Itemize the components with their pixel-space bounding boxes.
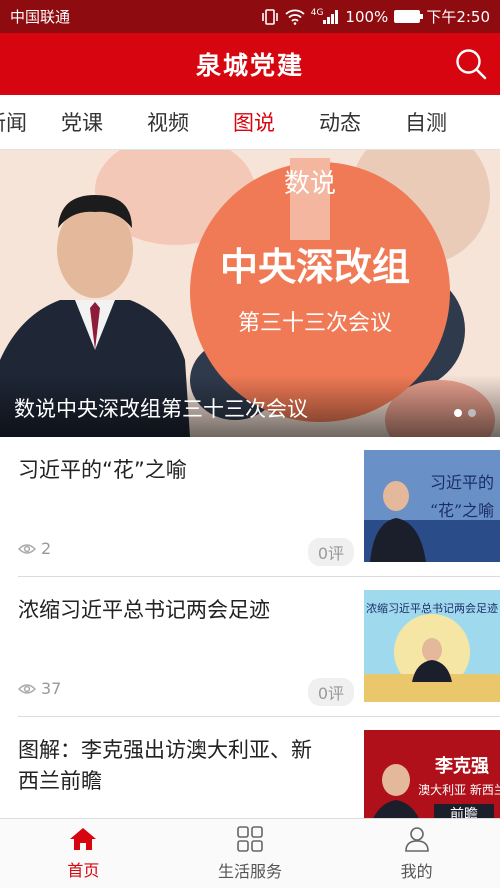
user-icon [404,826,429,852]
view-count: 37 [18,679,61,698]
svg-text:习近平的: 习近平的 [430,473,494,492]
svg-text:李克强: 李克强 [434,755,489,777]
news-list: 习近平的“花”之喻 2 0评 习近平的 “花”之喻 浓缩习近平总书记两会足迹 3… [0,437,500,857]
svg-text:浓缩习近平总书记两会足迹: 浓缩习近平总书记两会足迹 [366,601,498,615]
nav-home[interactable]: 首页 [0,819,167,888]
vibrate-icon [261,8,278,25]
battery-percent: 100% [345,7,389,26]
tab-news[interactable]: 新闻 [0,107,39,137]
wifi-icon [285,9,305,25]
news-title: 习近平的“花”之喻 [18,458,187,482]
carousel-indicator [454,409,476,417]
nav-label: 生活服务 [218,861,283,881]
news-item[interactable]: 浓缩习近平总书记两会足迹 37 0评 浓缩习近平总书记两会足迹 [18,577,500,717]
news-thumbnail: 浓缩习近平总书记两会足迹 [364,590,500,702]
status-indicators: 4G 100% 下午2:50 [261,6,490,27]
news-thumbnail: 习近平的 “花”之喻 [364,450,500,562]
news-item[interactable]: 习近平的“花”之喻 2 0评 习近平的 “花”之喻 [18,437,500,577]
bottom-nav: 首页 生活服务 我的 [0,818,500,888]
signal-icon [323,9,339,24]
nav-mine[interactable]: 我的 [333,819,500,888]
search-icon[interactable] [454,47,488,81]
battery-icon [394,10,424,23]
eye-icon [18,683,36,694]
tab-video[interactable]: 视频 [125,107,211,137]
banner-bubble-subtitle: 第三十三次会议 [238,311,392,336]
app-title: 泉城党建 [195,51,304,80]
carrier-label: 中国联通 [10,8,71,26]
banner-bubble-title: 中央深改组 [220,245,410,289]
banner-tag-text: 数说 [284,169,336,199]
status-bar: 中国联通 4G 100% 下午2:50 [0,0,500,33]
comment-count: 0评 [307,538,354,566]
tab-party-course[interactable]: 党课 [39,107,125,137]
category-tabs: 新闻 党课 视频 图说 动态 自测 [0,95,500,150]
svg-text:“花”之喻: “花”之喻 [430,501,494,520]
grid-icon [237,825,263,852]
view-count: 2 [18,539,51,558]
tab-illustrated[interactable]: 图说 [211,107,297,137]
view-count-value: 2 [41,539,52,558]
tab-updates[interactable]: 动态 [297,107,383,137]
comment-count: 0评 [307,678,354,706]
app-header: 泉城党建 [0,33,500,95]
network-type-label: 4G [310,7,324,18]
carousel-dot[interactable] [468,409,476,417]
news-title: 浓缩习近平总书记两会足迹 [18,598,270,622]
banner-carousel[interactable]: 数说 中央深改组 第三十三次会议 数说中央深改组第三十三次会议 [0,150,500,437]
tab-self-test[interactable]: 自测 [383,107,469,137]
clock-label: 下午2:50 [426,8,490,26]
nav-life-services[interactable]: 生活服务 [167,819,334,888]
svg-text:澳大利亚 新西兰: 澳大利亚 新西兰 [418,782,500,797]
home-icon [70,827,97,850]
carousel-dot[interactable] [454,409,462,417]
nav-label: 首页 [67,860,100,880]
news-title: 图解：李克强出访澳大利亚、新西兰前瞻 [18,738,312,793]
banner-caption: 数说中央深改组第三十三次会议 [0,375,500,437]
nav-label: 我的 [400,861,433,881]
eye-icon [18,543,36,554]
view-count-value: 37 [41,679,62,698]
